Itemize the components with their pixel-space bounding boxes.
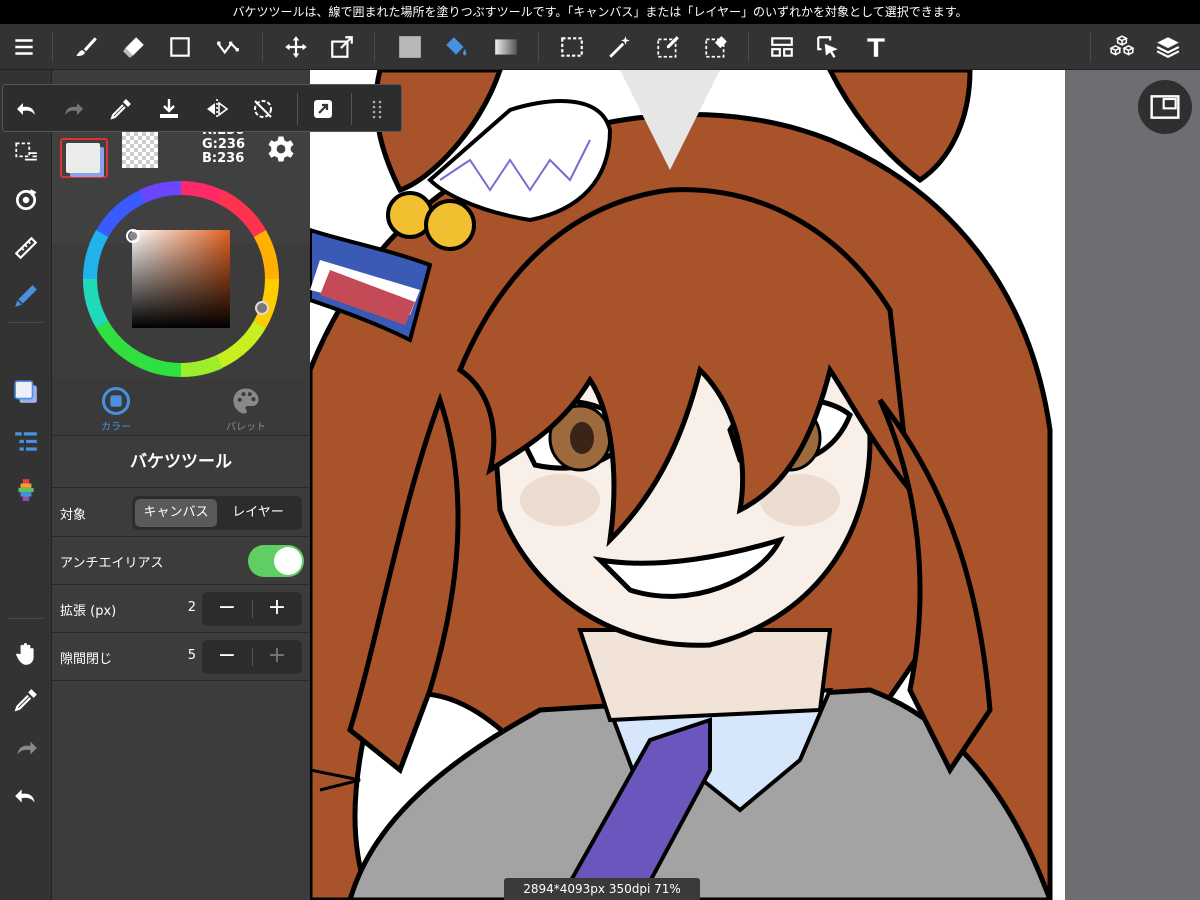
text-icon[interactable]: [860, 31, 892, 63]
fill-color-icon[interactable]: [394, 31, 426, 63]
more-grid-icon[interactable]: [361, 93, 393, 125]
canvas-status-bar: 2894*4093px 350dpi 71%: [504, 878, 700, 900]
drawing-canvas[interactable]: [310, 70, 1065, 900]
move-icon[interactable]: [280, 31, 312, 63]
eraser-icon[interactable]: [118, 31, 150, 63]
target-label: 対象: [60, 508, 87, 523]
select-pen-icon[interactable]: [652, 31, 684, 63]
tool-property-title: バケツツール: [52, 436, 310, 488]
left-toolbar: [0, 70, 52, 900]
undo-icon[interactable]: [10, 780, 42, 812]
rgb-b: B:236: [202, 151, 245, 166]
color-settings-gear-icon[interactable]: [266, 134, 296, 164]
flip-icon[interactable]: [201, 93, 233, 125]
bucket-icon[interactable]: [440, 31, 472, 63]
color-window-icon[interactable]: [10, 376, 42, 408]
brush-size-icon[interactable]: [10, 474, 42, 506]
tab-color[interactable]: カラー: [66, 386, 166, 433]
quick-access-bar: [2, 84, 402, 132]
undo-icon[interactable]: [11, 93, 43, 125]
brush-window-icon[interactable]: [10, 426, 42, 458]
antialias-label: アンチエイリアス: [60, 556, 164, 571]
artwork-illustration: [310, 70, 1053, 900]
target-layer-button[interactable]: レイヤー: [217, 499, 299, 527]
eyedropper-icon[interactable]: [105, 93, 137, 125]
transform-icon[interactable]: [326, 31, 358, 63]
layers-icon[interactable]: [1152, 31, 1184, 63]
rotate-canvas-icon[interactable]: [10, 184, 42, 216]
target-row: 対象 キャンバス レイヤー: [52, 489, 310, 537]
redo-icon[interactable]: [57, 93, 89, 125]
app-window: バケツツールは、線で囲まれた場所を塗りつぶすツールです。「キャンバス」または「レ…: [0, 0, 1200, 900]
select-eraser-icon[interactable]: [700, 31, 732, 63]
save-download-icon[interactable]: [153, 93, 185, 125]
tab-palette[interactable]: パレット: [196, 386, 296, 433]
magic-wand-icon[interactable]: [604, 31, 636, 63]
expand-plus-button[interactable]: +: [252, 592, 302, 626]
panel-layout-icon[interactable]: [766, 31, 798, 63]
selection-layer-icon[interactable]: [10, 136, 42, 168]
expand-value: 2: [187, 600, 196, 615]
main-color-swatch[interactable]: [60, 138, 108, 178]
menu-icon[interactable]: [8, 31, 40, 63]
rgb-g: G:236: [202, 137, 246, 152]
expand-stepper: − +: [202, 592, 302, 626]
gap-minus-button[interactable]: −: [202, 640, 252, 674]
target-canvas-button[interactable]: キャンバス: [135, 499, 217, 527]
expand-row: 拡張 (px) 2 − +: [52, 585, 310, 633]
tab-color-label: カラー: [101, 422, 131, 433]
shape-icon[interactable]: [164, 31, 196, 63]
navigator-toggle-icon[interactable]: [1138, 80, 1192, 134]
expand-label: 拡張 (px): [60, 604, 117, 619]
brush-icon[interactable]: [70, 31, 102, 63]
side-panel: R:236 G:236 B:236: [52, 70, 310, 900]
gradient-icon[interactable]: [490, 31, 522, 63]
tab-palette-label: パレット: [226, 422, 266, 433]
rotate-reset-icon[interactable]: [247, 93, 279, 125]
antialias-toggle[interactable]: [248, 545, 304, 577]
selection-icon[interactable]: [556, 31, 588, 63]
sub-color-swatch[interactable]: [122, 132, 158, 168]
main-color-chip: [66, 143, 100, 173]
pen-tool-icon[interactable]: [10, 280, 42, 312]
color-mode-tabs: カラー パレット: [52, 380, 310, 436]
redo-icon[interactable]: [10, 732, 42, 764]
color-tab-icon: [101, 386, 131, 416]
main-toolbar: [0, 24, 1200, 70]
eyedropper-icon[interactable]: [10, 684, 42, 716]
tool-hint-bar: バケツツールは、線で囲まれた場所を塗りつぶすツールです。「キャンバス」または「レ…: [0, 0, 1200, 24]
gap-close-stepper: − +: [202, 640, 302, 674]
gap-plus-button[interactable]: +: [252, 640, 302, 674]
gap-close-value: 5: [187, 648, 196, 663]
ruler-icon[interactable]: [10, 232, 42, 264]
antialias-row: アンチエイリアス: [52, 537, 310, 585]
fullscreen-icon[interactable]: [307, 93, 339, 125]
expand-minus-button[interactable]: −: [202, 592, 252, 626]
gap-close-label: 隙間閉じ: [60, 652, 113, 667]
gap-close-row: 隙間閉じ 5 − +: [52, 633, 310, 681]
hand-icon[interactable]: [10, 638, 42, 670]
3d-material-icon[interactable]: [1106, 31, 1138, 63]
target-segmented-control: キャンバス レイヤー: [132, 496, 302, 530]
operate-icon[interactable]: [812, 31, 844, 63]
palette-icon: [231, 386, 261, 416]
toggle-knob: [274, 547, 302, 575]
select-curve-icon[interactable]: [212, 31, 244, 63]
color-wheel[interactable]: [82, 180, 280, 378]
